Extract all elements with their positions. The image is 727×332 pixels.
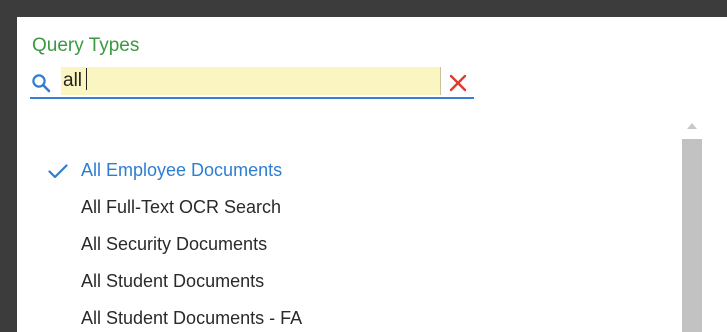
search-input-value: all [63,70,83,91]
close-icon[interactable] [449,74,467,92]
scrollbar-thumb[interactable] [682,139,702,332]
search-icon [32,74,51,93]
vertical-scrollbar[interactable] [681,115,703,332]
list-item-label: All Student Documents - FA [81,308,303,328]
list-item[interactable]: All Employee Documents [17,152,677,189]
list-item-label: All Security Documents [81,234,268,254]
list-item[interactable]: All Full-Text OCR Search [17,189,677,226]
query-types-panel: Query Types all All Employee Documents A… [17,17,727,332]
panel-title: Query Types [32,35,140,56]
checkmark-icon [48,164,68,179]
search-input[interactable]: all [61,67,441,95]
list-item[interactable]: All Student Documents [17,263,677,300]
scroll-up-arrow-icon[interactable] [681,115,703,135]
list-item[interactable]: All Student Documents - FA [17,300,677,332]
text-caret [86,68,88,90]
list-item[interactable]: All Security Documents [17,226,677,263]
list-item-label: All Employee Documents [81,160,283,180]
list-item-label: All Full-Text OCR Search [81,197,282,217]
list-item-label: All Student Documents [81,271,265,291]
query-type-list: All Employee Documents All Full-Text OCR… [17,152,677,332]
search-row: all [30,65,474,99]
